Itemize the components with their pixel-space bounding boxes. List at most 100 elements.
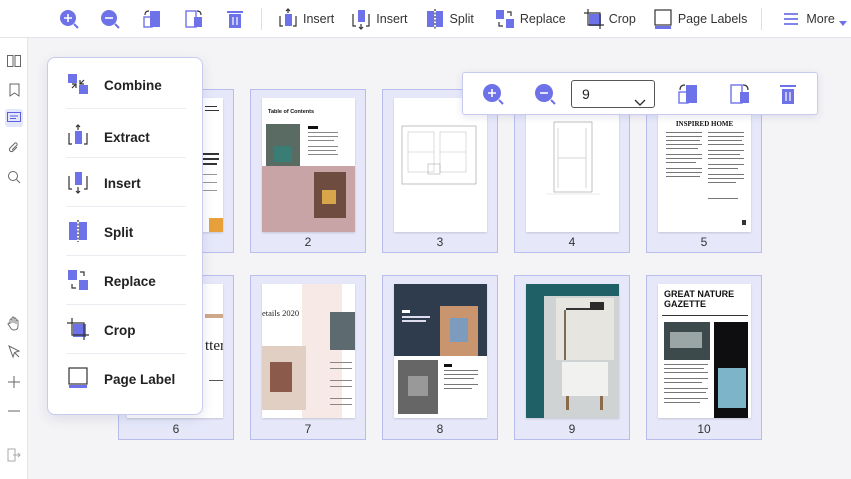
page-2-paper: Table of Contents (262, 98, 355, 232)
attachment-icon[interactable] (5, 139, 23, 157)
page-label-icon (66, 366, 90, 393)
insert-label: Insert (303, 11, 335, 26)
page-8-paper (394, 284, 487, 418)
thumbnails-icon[interactable] (5, 52, 23, 70)
crop-label: Crop (608, 11, 636, 26)
page-thumbnail-10[interactable]: GREAT NATURE GAZETTE 10 (646, 275, 762, 440)
extract-icon (66, 123, 90, 151)
menu-item-crop[interactable]: Crop (66, 309, 186, 351)
rotate-right-icon[interactable] (183, 8, 205, 30)
page-number: 4 (568, 235, 576, 249)
replace-label: Replace (519, 11, 566, 26)
plus-icon[interactable] (5, 373, 23, 391)
page-10-paper: GREAT NATURE GAZETTE (658, 284, 751, 418)
page-10-heading: GREAT NATURE GAZETTE (664, 289, 735, 309)
hamburger-icon (780, 8, 802, 30)
page-thumbnail-9[interactable]: 9 (514, 275, 630, 440)
menu-item-extract[interactable]: Extract (66, 116, 186, 158)
menu-divider (66, 255, 186, 256)
menu-item-label: Extract (104, 129, 150, 145)
crop-button[interactable]: Crop (583, 4, 636, 34)
menu-item-label: Combine (104, 77, 162, 93)
page-labels-button[interactable]: Page Labels (652, 4, 748, 34)
page-3-paper (394, 98, 487, 232)
page-number: 8 (436, 422, 444, 436)
floating-page-toolbar: 9 (462, 72, 818, 115)
page-5-paper: INSPIRED HOME (658, 98, 751, 232)
menu-divider (66, 108, 186, 109)
page-number: 5 (700, 235, 708, 249)
page-labels-label: Page Labels (677, 11, 748, 26)
organize-menu: Combine Extract Insert Split Replace Cro… (47, 57, 203, 415)
exit-icon[interactable] (5, 446, 23, 464)
more-button[interactable]: More (780, 4, 847, 34)
page-6-heading: ttery rksh (205, 338, 223, 354)
extract-icon (277, 7, 299, 30)
menu-divider (66, 206, 186, 207)
split-icon (66, 219, 90, 246)
insert-button[interactable]: Insert (350, 4, 408, 34)
delete-icon[interactable] (776, 82, 800, 106)
menu-item-combine[interactable]: Combine (66, 64, 186, 106)
combine-icon (66, 72, 90, 99)
chevron-down-icon (838, 16, 847, 30)
menu-divider (66, 353, 186, 354)
insert-icon (350, 8, 372, 30)
page-2-heading: Table of Contents (268, 109, 315, 115)
extract-button[interactable]: Insert (277, 4, 334, 34)
crop-icon (66, 317, 90, 344)
menu-item-label: Replace (104, 273, 156, 289)
delete-icon[interactable] (224, 8, 246, 30)
zoom-in-icon[interactable] (58, 8, 80, 30)
page-7-heading: etails 2020 (262, 308, 300, 318)
top-toolbar: Insert Insert Split Replace Crop Page La… (0, 0, 851, 38)
page-9-paper (526, 284, 619, 418)
menu-item-label: Page Label (104, 371, 176, 387)
pdf-organize-app: Insert Insert Split Replace Crop Page La… (0, 0, 851, 479)
replace-icon (66, 268, 90, 295)
menu-divider (66, 157, 186, 158)
menu-item-split[interactable]: Split (66, 211, 186, 253)
menu-item-insert[interactable]: Insert (66, 162, 186, 204)
zoom-out-icon[interactable] (533, 82, 557, 106)
menu-divider (66, 304, 186, 305)
rotate-left-icon[interactable] (141, 8, 163, 30)
minus-icon[interactable] (5, 402, 23, 420)
select-tool-icon[interactable] (5, 343, 23, 361)
page-5-heading: INSPIRED HOME (675, 120, 734, 128)
hand-tool-icon[interactable] (5, 314, 23, 332)
page-thumbnail-7[interactable]: etails 2020 7 (250, 275, 366, 440)
page-select[interactable]: 9 (571, 80, 655, 108)
menu-item-label: Crop (104, 322, 136, 338)
toolbar-divider-2 (761, 7, 763, 30)
menu-item-label: Split (104, 224, 134, 240)
rotate-right-icon[interactable] (728, 82, 752, 106)
crop-icon (583, 8, 605, 30)
comment-icon[interactable] (5, 109, 23, 127)
page-number: 10 (697, 422, 711, 436)
page-4-paper (526, 98, 619, 232)
split-button[interactable]: Split (424, 4, 474, 34)
toolbar-divider (261, 7, 262, 30)
chevron-down-icon (634, 89, 646, 115)
insert2-label: Insert (376, 11, 408, 26)
rotate-left-icon[interactable] (676, 82, 700, 106)
zoom-in-icon[interactable] (481, 82, 505, 106)
page-thumbnail-8[interactable]: 8 (382, 275, 498, 440)
page-thumbnail-2[interactable]: Table of Contents 2 (250, 89, 366, 253)
insert-icon (66, 170, 90, 197)
menu-item-replace[interactable]: Replace (66, 260, 186, 302)
zoom-out-icon[interactable] (99, 8, 121, 30)
replace-icon (494, 8, 516, 30)
page-number: 3 (436, 235, 444, 249)
page-label-icon (652, 8, 674, 30)
page-7-paper: etails 2020 (262, 284, 355, 418)
menu-item-page-label[interactable]: Page Label (66, 358, 186, 400)
menu-item-label: Insert (104, 175, 141, 191)
page-number: 7 (304, 422, 312, 436)
left-sidebar (0, 38, 28, 479)
bookmark-icon[interactable] (5, 81, 23, 99)
split-icon (424, 8, 446, 30)
replace-button[interactable]: Replace (494, 4, 566, 34)
search-icon[interactable] (5, 168, 23, 186)
